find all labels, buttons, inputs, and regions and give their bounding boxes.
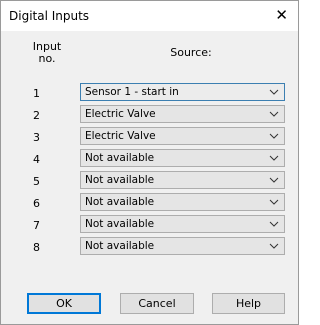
source-header: Source:: [170, 46, 212, 59]
source-select-value: Not available: [85, 240, 155, 252]
source-select-8[interactable]: Not available: [80, 237, 285, 255]
source-select-7[interactable]: Not available: [80, 215, 285, 233]
input-number-4: 4: [33, 153, 40, 166]
source-select-4[interactable]: Not available: [80, 149, 285, 167]
source-select-value: Electric Valve: [85, 108, 156, 120]
chevron-down-icon: [269, 155, 279, 161]
chevron-down-icon: [269, 243, 279, 249]
source-select-value: Not available: [85, 218, 155, 230]
input-number-6: 6: [33, 197, 40, 210]
source-select-value: Not available: [85, 196, 155, 208]
input-number-2: 2: [33, 109, 40, 122]
digital-inputs-dialog: Digital Inputs ✕ Input no. Source: 1 Sen…: [0, 0, 299, 325]
source-select-2[interactable]: Electric Valve: [80, 105, 285, 123]
input-number-3: 3: [33, 131, 40, 144]
source-select-value: Electric Valve: [85, 130, 156, 142]
chevron-down-icon: [269, 199, 279, 205]
source-select-1[interactable]: Sensor 1 - start in: [80, 83, 285, 101]
source-select-3[interactable]: Electric Valve: [80, 127, 285, 145]
input-number-7: 7: [33, 219, 40, 232]
input-number-5: 5: [33, 175, 40, 188]
cancel-button[interactable]: Cancel: [120, 293, 194, 314]
chevron-down-icon: [269, 177, 279, 183]
source-select-5[interactable]: Not available: [80, 171, 285, 189]
input-number-1: 1: [33, 87, 40, 100]
source-select-value: Not available: [85, 174, 155, 186]
title-bar: Digital Inputs ✕: [1, 1, 298, 31]
chevron-down-icon: [269, 111, 279, 117]
ok-button[interactable]: OK: [27, 293, 101, 314]
chevron-down-icon: [269, 89, 279, 95]
source-select-value: Not available: [85, 152, 155, 164]
source-select-value: Sensor 1 - start in: [85, 86, 179, 98]
chevron-down-icon: [269, 221, 279, 227]
input-number-8: 8: [33, 241, 40, 254]
close-icon[interactable]: ✕: [275, 6, 288, 24]
source-select-6[interactable]: Not available: [80, 193, 285, 211]
help-button[interactable]: Help: [212, 293, 285, 314]
window-title: Digital Inputs: [9, 9, 90, 23]
chevron-down-icon: [269, 133, 279, 139]
input-no-header: Input no.: [32, 40, 62, 65]
